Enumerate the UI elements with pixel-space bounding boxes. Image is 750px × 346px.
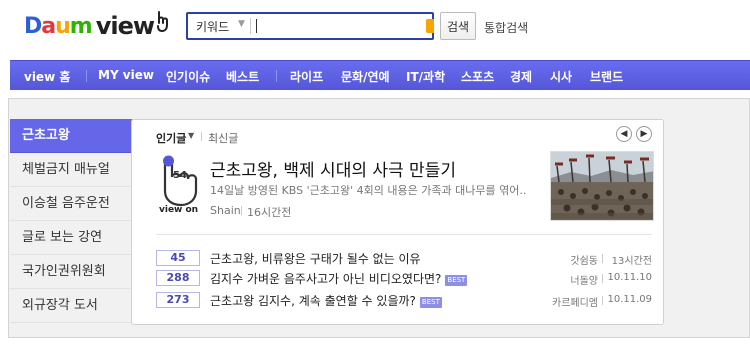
row-title[interactable]: 근초고왕, 비류왕은 구태가 될수 없는 이유 xyxy=(210,250,421,267)
search-divider xyxy=(250,18,251,34)
article-row[interactable]: 288 김지수 가벼운 음주사고가 아닌 비디오였다면? BEST 너돌양 10.… xyxy=(156,268,652,288)
featured-article-summary: 14일날 방영된 KBS '근초고왕' 4회의 내용은 가족과 대나무를 엮어.… xyxy=(210,184,527,197)
view-on-badge[interactable]: 54 view on xyxy=(156,153,202,217)
best-badge: BEST xyxy=(419,297,442,308)
row-author[interactable]: 카르페디엠 xyxy=(552,294,598,309)
header: Daum view 키워드 ▼ 검색 통합검색 xyxy=(0,0,750,58)
nav-item-sports[interactable]: 스포츠 xyxy=(461,68,494,85)
nav-item-view-home[interactable]: view 홈 xyxy=(24,68,70,85)
sidebar-item-human-rights-commission[interactable]: 국가인권위원회 xyxy=(10,255,132,289)
nav-item-brand[interactable]: 브랜드 xyxy=(590,68,623,85)
daum-logo: Daum xyxy=(24,13,93,39)
article-row[interactable]: 45 근초고왕, 비류왕은 구태가 될수 없는 이유 갓쉼동 13시간전 xyxy=(156,248,652,268)
chevron-left-icon[interactable]: ◀ xyxy=(616,126,632,142)
text-caret xyxy=(256,19,257,33)
row-view-count: 273 xyxy=(156,292,200,308)
sidebar-item-oegyujanggak[interactable]: 외규장각 도서 xyxy=(10,289,132,323)
nav-item-it-science[interactable]: IT/과학 xyxy=(406,68,445,85)
search-input[interactable] xyxy=(254,16,414,36)
row-title[interactable]: 김지수 가벼운 음주사고가 아닌 비디오였다면? BEST xyxy=(210,270,468,287)
row-date: 10.11.10 xyxy=(607,272,652,283)
row-view-count: 288 xyxy=(156,270,200,286)
row-title-text: 근초고왕, 비류왕은 구태가 될수 없는 이유 xyxy=(210,252,421,266)
nav-separator xyxy=(276,70,277,82)
meta-separator xyxy=(602,274,603,283)
nav-separator xyxy=(86,70,87,82)
sidebar-item-lee-seungchul[interactable]: 이승철 음주운전 xyxy=(10,187,132,221)
row-view-count: 45 xyxy=(156,250,200,266)
nav-item-life[interactable]: 라이프 xyxy=(290,68,323,85)
row-date: 13시간전 xyxy=(611,256,652,267)
tab-popular[interactable]: 인기글 xyxy=(156,130,186,146)
row-date: 10.11.09 xyxy=(607,294,652,305)
tab-recent[interactable]: 최신글 xyxy=(208,130,238,146)
nav-item-my-view[interactable]: MY view xyxy=(98,68,154,82)
meta-separator xyxy=(241,206,242,215)
sidebar-item-corporal-punishment[interactable]: 체벌금지 매뉴얼 xyxy=(10,153,132,187)
featured-article-title[interactable]: 근초고왕, 백제 시대의 사극 만들기 xyxy=(210,156,456,181)
best-badge: BEST xyxy=(445,275,468,286)
view-logo-text: view xyxy=(95,12,155,40)
row-author[interactable]: 너돌양 xyxy=(570,272,598,287)
featured-article-time: 16시간전 xyxy=(247,206,292,219)
cursor-hand-icon xyxy=(156,10,170,36)
total-search-link[interactable]: 통합검색 xyxy=(484,19,528,36)
article-row[interactable]: 273 근초고왕 김지수, 계속 출연할 수 있을까? BEST 카르페디엠 10… xyxy=(156,290,652,310)
panel-divider xyxy=(156,234,652,235)
meta-separator xyxy=(602,254,603,263)
row-author[interactable]: 갓쉼동 xyxy=(570,252,598,267)
daum-view-logo[interactable]: Daum view xyxy=(24,10,170,42)
sidebar-item-lecture-text[interactable]: 글로 보는 강연 xyxy=(10,221,132,255)
main-nav: view 홈 MY view 인기이슈 베스트 라이프 문화/연예 IT/과학 … xyxy=(10,60,750,90)
nav-item-economy[interactable]: 경제 xyxy=(510,68,532,85)
view-on-label: view on xyxy=(159,205,199,215)
search-box: 키워드 ▼ xyxy=(186,12,434,40)
nav-item-culture[interactable]: 문화/연예 xyxy=(341,68,390,85)
chevron-down-icon[interactable]: ▼ xyxy=(188,131,194,140)
search-category-select[interactable]: 키워드 xyxy=(196,18,229,35)
row-title-text: 근초고왕 김지수, 계속 출연할 수 있을까? xyxy=(210,294,416,308)
view-count: 54 xyxy=(173,170,187,181)
article-panel: 인기글 ▼ 최신글 ◀ ▶ 54 view on 근초고왕, 백제 시대의 사극… xyxy=(131,119,664,325)
nav-item-hot-issue[interactable]: 인기이슈 xyxy=(166,68,210,85)
nav-item-best[interactable]: 베스트 xyxy=(226,68,259,85)
search-suggest-toggle[interactable] xyxy=(426,19,434,33)
chevron-right-icon[interactable]: ▶ xyxy=(636,126,652,142)
search-button[interactable]: 검색 xyxy=(440,12,476,40)
row-title-text: 김지수 가벼운 음주사고가 아닌 비디오였다면? xyxy=(210,272,442,286)
nav-item-current-affairs[interactable]: 시사 xyxy=(550,68,572,85)
featured-article-thumbnail[interactable] xyxy=(550,151,654,221)
issue-sidebar: 근초고왕 체벌금지 매뉴얼 이승철 음주운전 글로 보는 강연 국가인권위원회 … xyxy=(10,119,144,323)
row-title[interactable]: 근초고왕 김지수, 계속 출연할 수 있을까? BEST xyxy=(210,292,442,309)
sidebar-item-geunchogo-wang[interactable]: 근초고왕 xyxy=(10,119,144,153)
meta-separator xyxy=(602,296,603,305)
tab-separator xyxy=(201,132,202,141)
featured-article-author[interactable]: Shain xyxy=(210,204,241,217)
chevron-down-icon[interactable]: ▼ xyxy=(238,19,245,29)
